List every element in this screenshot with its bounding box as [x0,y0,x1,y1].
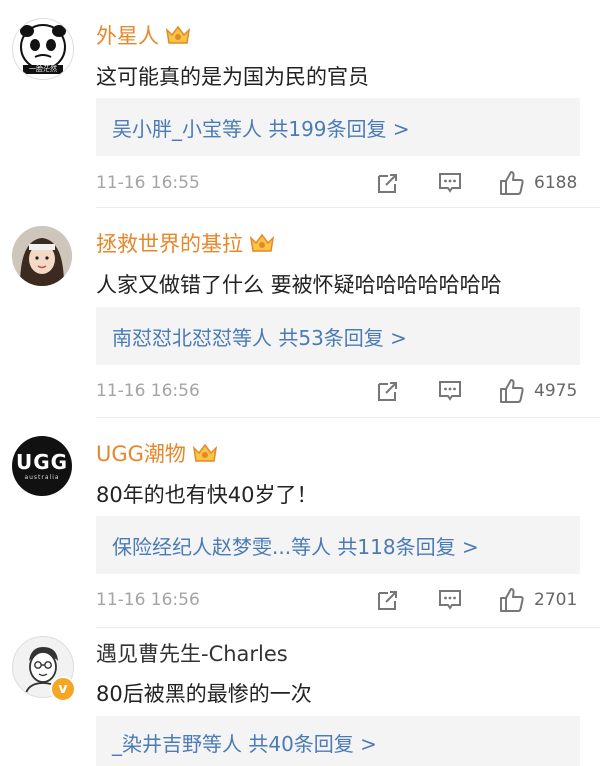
thumbs-up-icon[interactable] [498,377,526,405]
comment-item: 拯救世界的基拉 人家又做错了什么 要被怀疑哈哈哈哈哈哈哈 南怼怼北怼怼等人 共5… [0,208,600,418]
crown-vip-icon [165,24,191,46]
thumbs-up-icon[interactable] [498,586,526,614]
like-count: 6188 [534,173,578,193]
username[interactable]: 拯救世界的基拉 [96,228,275,258]
avatar[interactable]: 一脸茫然 [12,18,74,80]
verified-v-badge: v [50,676,76,702]
reply-summary-link[interactable]: 南怼怼北怼怼等人 共53条回复 > [112,322,407,351]
crown-vip-icon [192,442,218,464]
reply-summary[interactable]: 吴小胖_小宝等人 共199条回复 > [96,98,580,156]
share-icon[interactable] [376,171,400,195]
like-count: 4975 [534,381,578,401]
comment-icon[interactable] [438,588,462,612]
comment-item: v 遇见曹先生-Charles 80后被黑的最惨的一次 _染井吉野等人 共40条… [0,628,600,766]
reply-summary-link[interactable]: 保险经纪人赵梦雯...等人 共118条回复 > [112,531,479,560]
timestamp: 11-16 16:56 [96,381,200,401]
timestamp: 11-16 16:55 [96,173,200,193]
avatar-logo-sub: australia [24,474,60,481]
comment-icon[interactable] [438,171,462,195]
comment-text: 80后被黑的最惨的一次 [96,682,312,706]
comment-text: 80年的也有快40岁了！ [96,483,318,507]
timestamp: 11-16 16:56 [96,590,200,610]
reply-summary-link[interactable]: _染井吉野等人 共40条回复 > [112,728,377,757]
thumbs-up-icon[interactable] [498,169,526,197]
username[interactable]: 外星人 [96,20,191,50]
reply-summary[interactable]: 南怼怼北怼怼等人 共53条回复 > [96,307,580,365]
reply-summary[interactable]: 保险经纪人赵梦雯...等人 共118条回复 > [96,516,580,574]
reply-summary[interactable]: _染井吉野等人 共40条回复 > [96,716,580,766]
crown-vip-icon [249,232,275,254]
avatar-logo: UGG [15,450,69,474]
avatar[interactable] [12,226,72,286]
reply-summary-link[interactable]: 吴小胖_小宝等人 共199条回复 > [112,113,410,142]
share-icon[interactable] [376,379,400,403]
share-icon[interactable] [376,588,400,612]
username[interactable]: UGG潮物 [96,438,218,468]
like-count: 2701 [534,590,578,610]
avatar-caption: 一脸茫然 [29,65,57,73]
comment-text: 人家又做错了什么 要被怀疑哈哈哈哈哈哈哈 [96,273,502,297]
avatar[interactable]: UGG australia [12,436,72,496]
comment-text: 这可能真的是为国为民的官员 [96,65,369,89]
comment-icon[interactable] [438,379,462,403]
comment-item: UGG australia UGG潮物 80年的也有快40岁了！ 保险经纪人赵梦… [0,418,600,628]
comment-item: 一脸茫然 外星人 这可能真的是为国为民的官员 吴小胖_小宝等人 共199条回复 … [0,0,600,208]
username[interactable]: 遇见曹先生-Charles [96,638,288,668]
